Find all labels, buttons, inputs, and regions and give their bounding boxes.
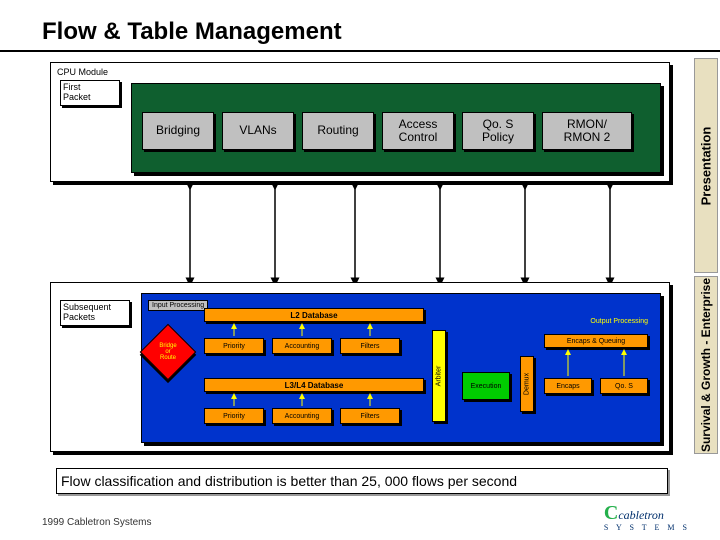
mod-qos-policy: Qo. SPolicy (462, 112, 534, 150)
side-tab-presentation: Presentation (694, 58, 718, 273)
cpu-module-label: CPU Module (57, 67, 108, 77)
mod-vlans: VLANs (222, 112, 294, 150)
mod-access-control: AccessControl (382, 112, 454, 150)
subsequent-packets-label: SubsequentPackets (60, 300, 130, 326)
switch-box: Input Processing Output Processing Bridg… (50, 282, 670, 452)
first-packet-label: FirstPacket (60, 80, 120, 106)
mod-rmon: RMON/RMON 2 (542, 112, 632, 150)
cpu-inner: Bridging VLANs Routing AccessControl Qo.… (131, 83, 661, 173)
mod-bridging: Bridging (142, 112, 214, 150)
mod-routing: Routing (302, 112, 374, 150)
title-underline (0, 50, 720, 52)
footer-callout: Flow classification and distribution is … (56, 468, 668, 494)
cpu-module-box: CPU Module Bridging VLANs Routing Access… (50, 62, 670, 182)
cabletron-logo: Ccabletron S Y S T E M S (604, 502, 690, 532)
side-tab-survival: Survival & Growth - Enterprise (694, 276, 718, 454)
switch-inner: Input Processing Output Processing Bridg… (141, 293, 661, 443)
slide-title: Flow & Table Management (42, 18, 342, 46)
copyright: 1999 Cabletron Systems (42, 517, 152, 528)
